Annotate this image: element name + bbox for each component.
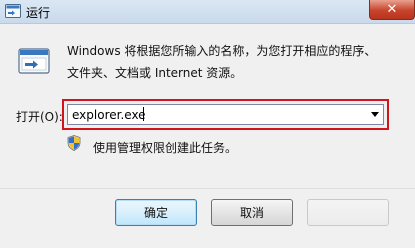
- description-line-2: 文件夹、文档或 Internet 资源。: [67, 66, 243, 80]
- run-icon: [5, 4, 21, 18]
- window-title: 运行: [26, 6, 51, 20]
- admin-note: 使用管理权限创建此任务。: [93, 141, 238, 155]
- uac-shield-icon: [67, 135, 81, 151]
- open-input-value[interactable]: explorer.exe: [72, 108, 146, 122]
- close-icon: ✕: [386, 2, 398, 17]
- highlight-frame: explorer.exe: [62, 99, 389, 130]
- cancel-button-label: 取消: [239, 206, 264, 220]
- run-program-icon: [18, 48, 50, 74]
- open-label: 打开(O):: [16, 110, 63, 124]
- ok-button[interactable]: 确定: [115, 199, 197, 226]
- browse-button[interactable]: [307, 199, 389, 226]
- cancel-button[interactable]: 取消: [211, 199, 293, 226]
- open-combobox[interactable]: explorer.exe: [67, 104, 384, 125]
- close-button[interactable]: ✕: [369, 0, 415, 20]
- dropdown-button[interactable]: [366, 105, 383, 124]
- ok-button-label: 确定: [143, 206, 168, 220]
- title-bar: 运行 ✕: [0, 0, 415, 24]
- text-caret: [143, 107, 144, 121]
- description-line-1: Windows 将根据您所输入的名称，为您打开相应的程序、: [67, 44, 377, 58]
- chevron-down-icon: [370, 112, 379, 117]
